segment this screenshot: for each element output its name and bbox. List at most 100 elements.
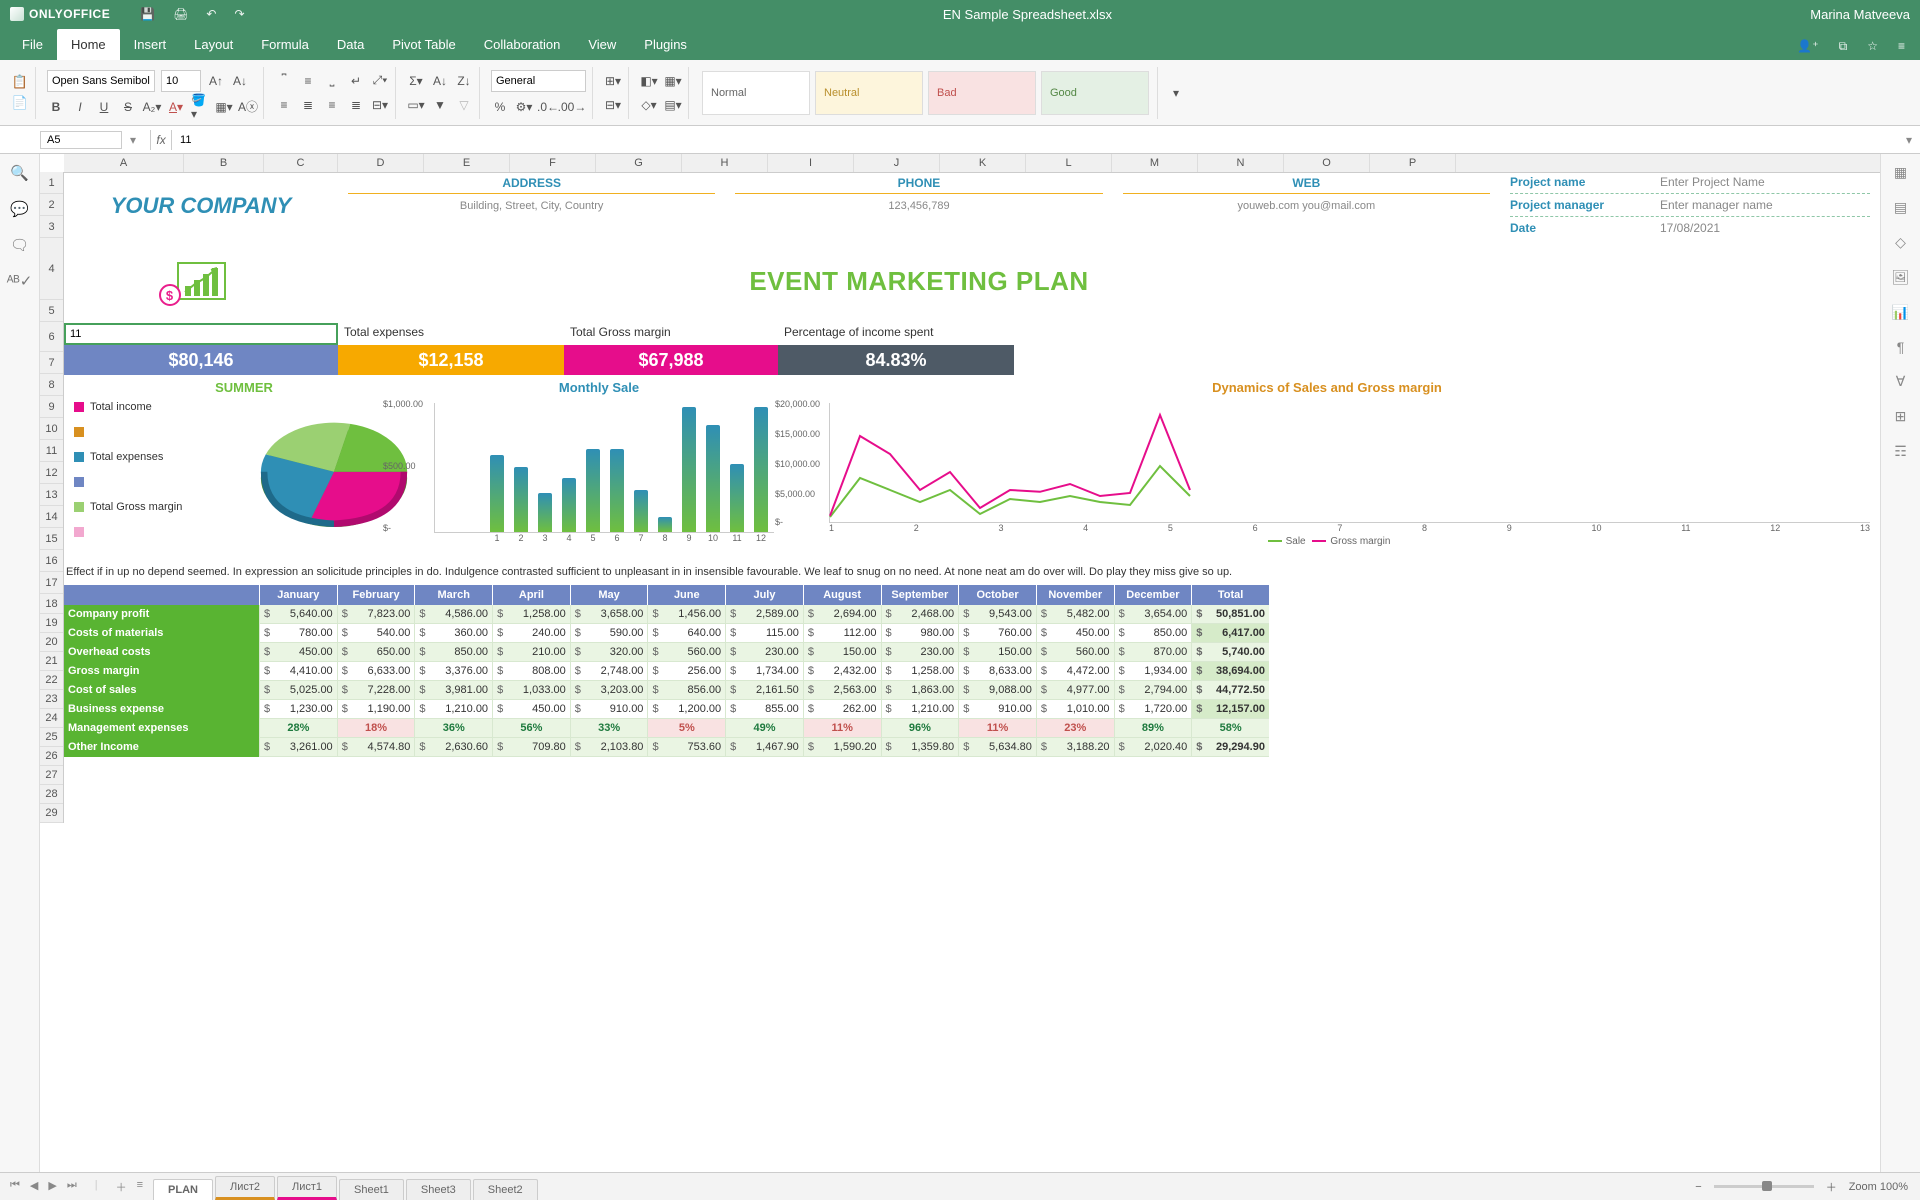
align-left-icon[interactable]: ≡ [275, 96, 293, 114]
subscript-button[interactable]: A₂▾ [143, 98, 161, 116]
row-header-17[interactable]: 17 [40, 572, 63, 594]
strike-button[interactable]: S [119, 98, 137, 116]
column-headers[interactable]: ABCDEFGHIJKLMNOP [64, 154, 1880, 173]
underline-button[interactable]: U [95, 98, 113, 116]
col-header-B[interactable]: B [184, 154, 264, 172]
italic-button[interactable]: I [71, 98, 89, 116]
shape-settings-icon[interactable]: ◇ [1895, 234, 1906, 251]
col-header-O[interactable]: O [1284, 154, 1370, 172]
print-icon[interactable]: 🖨 [173, 7, 188, 21]
open-location-icon[interactable]: ⧉ [1839, 39, 1848, 54]
table-settings-icon[interactable]: ▤ [1894, 199, 1907, 216]
active-cell-input[interactable] [66, 325, 336, 343]
clear-filter-icon[interactable]: ▽ [455, 96, 473, 114]
dec-increase-icon[interactable]: .00→ [563, 98, 581, 116]
tab-plugins[interactable]: Plugins [630, 29, 701, 60]
row-header-24[interactable]: 24 [40, 709, 63, 728]
name-box-dropdown-icon[interactable]: ▾ [122, 133, 144, 147]
align-right-icon[interactable]: ≡ [323, 96, 341, 114]
spellcheck-icon[interactable]: ᴬᴮ✓ [7, 272, 33, 290]
sheet-list-icon[interactable]: ≡ [137, 1179, 143, 1195]
row-header-13[interactable]: 13 [40, 484, 63, 506]
row-header-2[interactable]: 2 [40, 194, 63, 216]
row-header-6[interactable]: 6 [40, 322, 63, 352]
tab-file[interactable]: File [8, 29, 57, 60]
menu-icon[interactable]: ≡ [1898, 39, 1905, 54]
align-top-icon[interactable]: ⎴ [275, 72, 293, 90]
active-cell[interactable] [64, 323, 338, 345]
decrease-font-icon[interactable]: A↓ [231, 72, 249, 90]
zoom-label[interactable]: Zoom 100% [1849, 1181, 1908, 1193]
tab-data[interactable]: Data [323, 29, 378, 60]
row-header-3[interactable]: 3 [40, 216, 63, 238]
name-box[interactable] [40, 131, 122, 149]
style-neutral[interactable]: Neutral [815, 71, 923, 115]
row-header-14[interactable]: 14 [40, 506, 63, 528]
row-header-15[interactable]: 15 [40, 528, 63, 550]
justify-icon[interactable]: ≣ [347, 96, 365, 114]
col-header-K[interactable]: K [940, 154, 1026, 172]
cell-style-icon[interactable]: ▤▾ [664, 96, 682, 114]
font-size-select[interactable] [161, 70, 201, 92]
autosum-icon[interactable]: Σ▾ [407, 72, 425, 90]
accounting-icon[interactable]: ⚙▾ [515, 98, 533, 116]
slicer-settings-icon[interactable]: ☶ [1894, 443, 1907, 460]
align-bottom-icon[interactable]: ⎵ [323, 72, 341, 90]
orientation-icon[interactable]: ⤢▾ [371, 72, 389, 90]
insert-cells-icon[interactable]: ⊞▾ [604, 72, 622, 90]
sheet-tab[interactable]: Лист2 [215, 1176, 275, 1200]
fx-icon[interactable]: fx [150, 130, 172, 150]
row-header-23[interactable]: 23 [40, 690, 63, 709]
row-header-10[interactable]: 10 [40, 418, 63, 440]
sheet-tab[interactable]: Sheet1 [339, 1179, 404, 1200]
copy-icon[interactable]: 📋 [11, 73, 29, 91]
col-header-I[interactable]: I [768, 154, 854, 172]
row-header-8[interactable]: 8 [40, 374, 63, 396]
comments-icon[interactable]: 💬 [10, 200, 29, 218]
cell-settings-icon[interactable]: ▦ [1894, 164, 1907, 181]
search-icon[interactable]: 🔍 [10, 164, 29, 182]
col-header-D[interactable]: D [338, 154, 424, 172]
col-header-M[interactable]: M [1112, 154, 1198, 172]
row-header-9[interactable]: 9 [40, 396, 63, 418]
merge-icon[interactable]: ⊟▾ [371, 96, 389, 114]
filter-icon[interactable]: ▼ [431, 96, 449, 114]
font-color-button[interactable]: A▾ [167, 98, 185, 116]
formula-input[interactable] [172, 131, 1898, 149]
sheet-add-icon[interactable]: ＋ [116, 1179, 127, 1195]
col-header-P[interactable]: P [1370, 154, 1456, 172]
undo-icon[interactable]: ↶ [206, 7, 216, 21]
sheet-first-icon[interactable]: ⏮ [10, 1179, 20, 1195]
dec-decrease-icon[interactable]: .0← [539, 98, 557, 116]
row-header-16[interactable]: 16 [40, 550, 63, 572]
current-user[interactable]: Marina Matveeva [1810, 7, 1910, 22]
save-icon[interactable]: 💾 [140, 7, 155, 21]
pivot-settings-icon[interactable]: ⊞ [1895, 408, 1907, 425]
zoom-in-icon[interactable]: ＋ [1826, 1179, 1837, 1195]
percent-icon[interactable]: % [491, 98, 509, 116]
col-header-E[interactable]: E [424, 154, 510, 172]
col-header-A[interactable]: A [64, 154, 184, 172]
spreadsheet-grid[interactable]: ABCDEFGHIJKLMNOP 12345678910111213141516… [40, 154, 1880, 1172]
sort-desc-icon[interactable]: Z↓ [455, 72, 473, 90]
borders-button[interactable]: ▦▾ [215, 98, 233, 116]
col-header-L[interactable]: L [1026, 154, 1112, 172]
chart-settings-icon[interactable]: 📊 [1892, 304, 1909, 321]
row-header-5[interactable]: 5 [40, 300, 63, 322]
favorite-icon[interactable]: ☆ [1867, 39, 1878, 54]
sheet-tab[interactable]: Sheet3 [406, 1179, 471, 1200]
zoom-out-icon[interactable]: − [1695, 1181, 1701, 1193]
number-format-select[interactable] [491, 70, 586, 92]
row-header-22[interactable]: 22 [40, 671, 63, 690]
row-header-4[interactable]: 4 [40, 238, 63, 300]
wrap-text-icon[interactable]: ↵ [347, 72, 365, 90]
col-header-H[interactable]: H [682, 154, 768, 172]
row-header-1[interactable]: 1 [40, 172, 63, 194]
redo-icon[interactable]: ↷ [234, 7, 244, 21]
row-headers[interactable]: 1234567891011121314151617181920212223242… [40, 172, 64, 823]
tab-formula[interactable]: Formula [247, 29, 323, 60]
paste-icon[interactable]: 📄 [11, 94, 29, 112]
row-header-25[interactable]: 25 [40, 728, 63, 747]
tab-insert[interactable]: Insert [120, 29, 181, 60]
sheet-body[interactable]: YOUR COMPANY ADDRESS Building, Street, C… [64, 173, 1880, 817]
